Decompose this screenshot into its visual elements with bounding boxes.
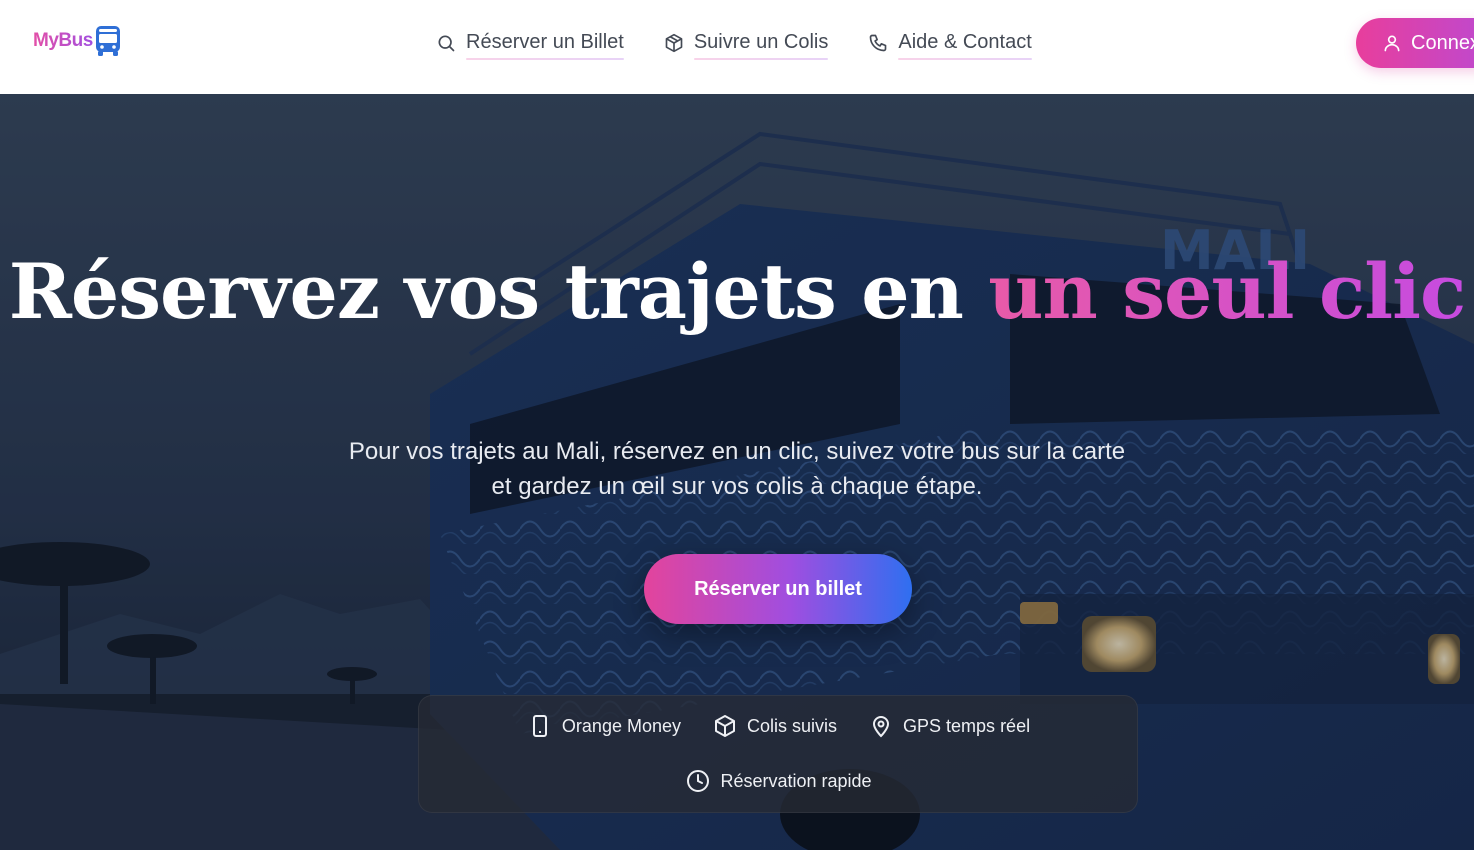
logo[interactable]: MyBus	[33, 24, 122, 58]
user-icon	[1382, 33, 1402, 53]
map-pin-icon	[869, 714, 893, 738]
feature-label: Orange Money	[561, 715, 681, 736]
search-icon	[436, 33, 456, 53]
feature-label: GPS temps réel	[903, 715, 1031, 736]
feature-parcels-tracked: Colis suivis	[713, 714, 837, 738]
feature-label: Réservation rapide	[720, 770, 872, 791]
features-row: Réservation rapide	[419, 769, 1139, 793]
nav-help-contact[interactable]: Aide & Contact	[868, 31, 1033, 60]
book-ticket-button[interactable]: Réserver un billet	[644, 554, 912, 624]
nav-book-ticket[interactable]: Réserver un Billet	[436, 31, 624, 60]
logo-text: MyBus	[33, 30, 93, 51]
phone-icon	[868, 33, 888, 53]
features-row: Orange Money Colis suivis GPS temps réel	[419, 714, 1139, 738]
login-button[interactable]: Connexion	[1356, 18, 1474, 68]
feature-gps-realtime: GPS temps réel	[869, 714, 1030, 738]
nav-track-parcel[interactable]: Suivre un Colis	[664, 31, 828, 60]
hero-title-accent: un seul clic	[988, 247, 1466, 336]
hero-subtitle: Pour vos trajets au Mali, réservez en un…	[348, 438, 1126, 500]
nav-label: Suivre un Colis	[693, 31, 828, 60]
nav-label: Réserver un Billet	[466, 31, 624, 60]
clock-icon	[686, 769, 710, 793]
smartphone-icon	[528, 714, 552, 738]
hero-title-main: Réservez vos trajets en	[8, 247, 989, 336]
package-icon	[664, 33, 684, 53]
features-panel: Orange Money Colis suivis GPS temps réel	[418, 695, 1138, 813]
hero-section: MALI Réservez vos trajets en un seul cli…	[0, 94, 1474, 850]
feature-orange-money: Orange Money	[528, 714, 681, 738]
package-icon	[713, 714, 737, 738]
hero-title: Réservez vos trajets en un seul clic	[0, 254, 1474, 330]
nav-label: Aide & Contact	[898, 31, 1033, 60]
main-nav: Réserver un Billet Suivre un Colis Aide …	[436, 26, 1072, 60]
feature-label: Colis suivis	[747, 715, 838, 736]
login-label: Connexion	[1411, 31, 1474, 54]
feature-fast-booking: Réservation rapide	[686, 769, 872, 793]
site-header: MyBus Réserver un Billet Suivre un Colis	[0, 0, 1474, 94]
bus-icon	[95, 26, 120, 56]
